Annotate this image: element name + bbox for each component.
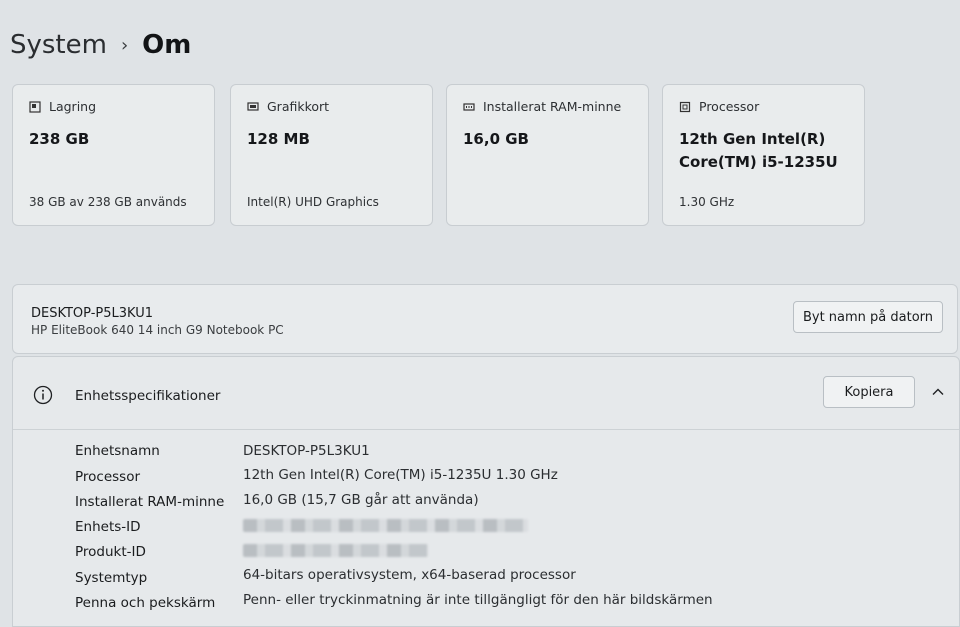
card-label: Processor	[699, 99, 760, 114]
ram-icon	[463, 102, 475, 111]
page-title: Om	[142, 30, 192, 60]
copy-button[interactable]: Kopiera	[823, 376, 915, 408]
card-subtext: Intel(R) UHD Graphics	[247, 195, 379, 209]
card-storage[interactable]: Lagring 238 GB 38 GB av 238 GB används	[12, 84, 215, 226]
card-label: Grafikkort	[267, 99, 330, 114]
card-value: 16,0 GB	[463, 130, 529, 148]
device-name-section: DESKTOP-P5L3KU1 HP EliteBook 640 14 inch…	[12, 284, 958, 354]
section-title: Enhetsspecifikationer	[75, 388, 221, 404]
spec-value: Penn- eller tryckinmatning är inte tillg…	[243, 592, 713, 608]
info-icon	[33, 385, 53, 405]
storage-icon	[29, 100, 41, 113]
card-value: 12th Gen Intel(R) Core(TM) i5-1235U	[679, 130, 838, 171]
graphics-card-icon	[247, 101, 259, 111]
card-header: Lagring	[29, 99, 198, 114]
processor-icon	[679, 101, 691, 112]
breadcrumb: System › Om	[10, 30, 191, 60]
device-specifications-header[interactable]: Enhetsspecifikationer Kopiera	[13, 357, 959, 430]
spec-label: Processor	[75, 469, 141, 485]
spec-value: 12th Gen Intel(R) Core(TM) i5-1235U 1.30…	[243, 467, 558, 483]
spec-label: Penna och pekskärm	[75, 595, 216, 611]
card-header: Grafikkort	[247, 99, 416, 114]
chevron-up-icon[interactable]	[931, 385, 945, 399]
spec-label: Produkt-ID	[75, 544, 146, 560]
device-name: DESKTOP-P5L3KU1	[31, 306, 153, 321]
breadcrumb-system[interactable]: System	[10, 30, 107, 60]
spec-value: DESKTOP-P5L3KU1	[243, 443, 370, 459]
card-graphics[interactable]: Grafikkort 128 MB Intel(R) UHD Graphics	[230, 84, 433, 226]
rename-pc-button[interactable]: Byt namn på datorn	[793, 301, 943, 333]
spec-label: Enhets-ID	[75, 519, 141, 535]
card-header: Installerat RAM-minne	[463, 99, 632, 114]
card-value: 128 MB	[247, 130, 310, 148]
device-specifications-panel: Enhetsspecifikationer Kopiera Enhetsnamn…	[12, 356, 960, 627]
card-ram[interactable]: Installerat RAM-minne 16,0 GB	[446, 84, 649, 226]
spec-label: Systemtyp	[75, 570, 148, 586]
card-subtext: 38 GB av 238 GB används	[29, 195, 187, 209]
card-label: Lagring	[49, 99, 97, 114]
device-model: HP EliteBook 640 14 inch G9 Notebook PC	[31, 323, 284, 337]
spec-value: 16,0 GB (15,7 GB går att använda)	[243, 492, 479, 508]
card-subtext: 1.30 GHz	[679, 195, 735, 209]
card-label: Installerat RAM-minne	[483, 99, 622, 114]
spec-label: Installerat RAM-minne	[75, 494, 225, 510]
spec-label: Enhetsnamn	[75, 443, 160, 459]
card-value: 238 GB	[29, 130, 90, 148]
device-id-redacted	[243, 517, 528, 533]
card-processor[interactable]: Processor 12th Gen Intel(R) Core(TM) i5-…	[662, 84, 865, 226]
product-id-redacted	[243, 542, 428, 558]
card-header: Processor	[679, 99, 848, 114]
breadcrumb-separator: ›	[120, 34, 129, 56]
spec-value: 64-bitars operativsystem, x64-baserad pr…	[243, 567, 576, 583]
